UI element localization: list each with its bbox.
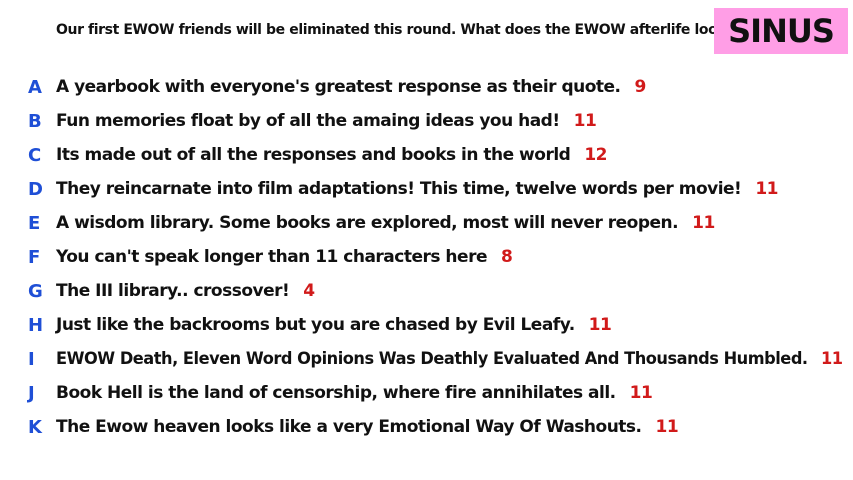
response-text: They reincarnate into film adaptations! … xyxy=(56,179,778,199)
response-text: Book Hell is the land of censorship, whe… xyxy=(56,383,653,403)
response-letter: G xyxy=(28,280,43,302)
word-count: 11 xyxy=(588,315,612,335)
word-count: 11 xyxy=(692,213,715,233)
response-text: Fun memories float by of all the amaing … xyxy=(56,111,597,131)
response-text: Its made out of all the responses and bo… xyxy=(56,145,607,165)
response-letter: H xyxy=(28,314,44,336)
word-count: 11 xyxy=(820,349,843,369)
word-count: 11 xyxy=(655,417,679,437)
response-text: EWOW Death, Eleven Word Opinions Was Dea… xyxy=(56,349,843,369)
response-letter: A xyxy=(28,76,42,98)
response-text: A yearbook with everyone's greatest resp… xyxy=(56,77,646,97)
response-text: You can't speak longer than 11 character… xyxy=(56,247,513,267)
word-count: 11 xyxy=(755,179,778,199)
response-text: Just like the backrooms but you are chas… xyxy=(56,315,612,335)
response-text: The Ewow heaven looks like a very Emotio… xyxy=(56,417,679,437)
response-letter: K xyxy=(28,416,42,438)
word-count: 4 xyxy=(303,281,315,301)
word-count: 11 xyxy=(629,383,653,403)
title-box: SINUS xyxy=(714,8,848,54)
word-count: 12 xyxy=(584,145,607,165)
prompt-text: Our first EWOW friends will be eliminate… xyxy=(56,22,765,38)
word-count: 8 xyxy=(500,247,513,267)
word-count: 11 xyxy=(573,111,597,131)
response-letter: J xyxy=(28,382,35,404)
response-letter: D xyxy=(28,178,43,200)
word-count: 9 xyxy=(634,77,647,97)
response-letter: F xyxy=(28,246,41,268)
response-text: A wisdom library. Some books are explore… xyxy=(56,213,715,233)
title-text: SINUS xyxy=(728,12,835,50)
response-letter: E xyxy=(28,212,41,234)
response-letter: B xyxy=(28,110,42,132)
response-letter: I xyxy=(28,348,35,370)
response-text: The III library.. crossover! 4 xyxy=(56,281,315,301)
response-letter: C xyxy=(28,144,42,166)
